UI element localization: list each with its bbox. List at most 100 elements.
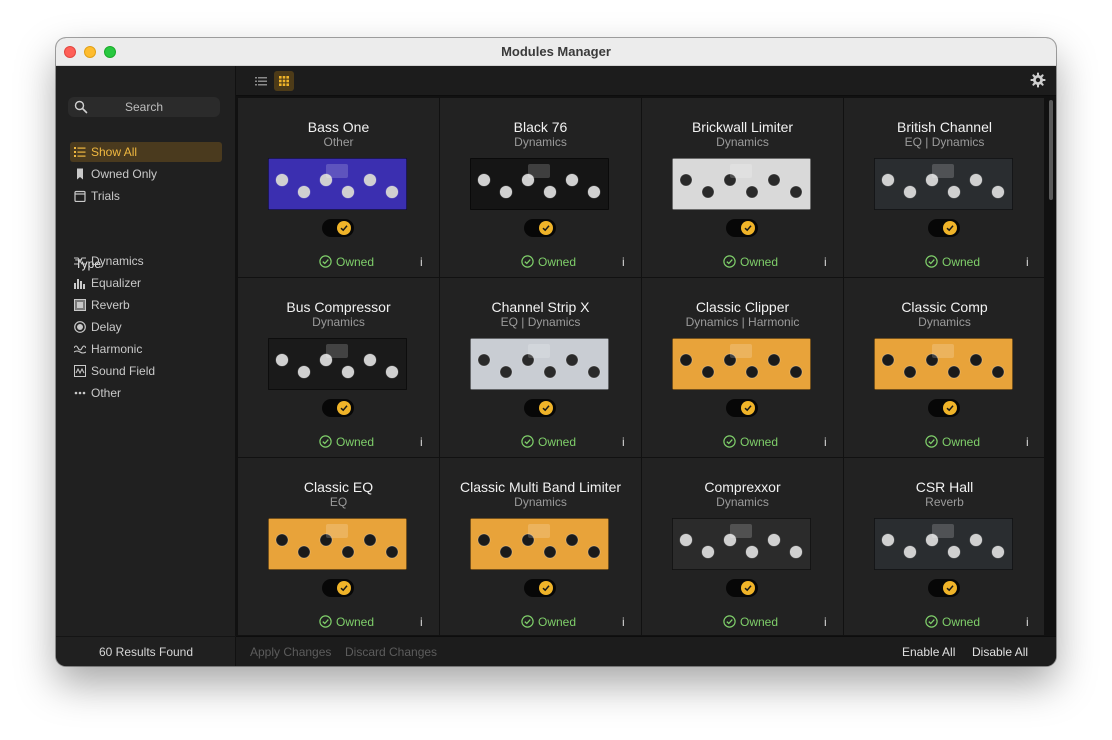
module-panel-graphic <box>672 518 811 570</box>
more-icon <box>74 391 86 395</box>
info-button[interactable]: i <box>622 435 625 449</box>
info-button[interactable]: i <box>420 615 423 629</box>
module-enable-toggle[interactable] <box>322 219 354 237</box>
check-circle-icon <box>723 435 736 448</box>
module-enable-toggle[interactable] <box>928 219 960 237</box>
module-card[interactable]: Brickwall Limiter Dynamics Owned i <box>642 98 843 277</box>
module-enable-toggle[interactable] <box>726 219 758 237</box>
module-category: Other <box>323 135 354 149</box>
grid-view-icon <box>279 76 289 86</box>
module-enable-toggle[interactable] <box>928 579 960 597</box>
module-name: Bass One <box>307 119 370 135</box>
filter-trials[interactable]: Trials <box>70 186 222 206</box>
module-card[interactable]: CSR Hall Reverb Owned i <box>844 458 1044 635</box>
type-label: Harmonic <box>91 342 143 356</box>
type-sound-field[interactable]: Sound Field <box>70 361 222 381</box>
toggle-knob <box>337 221 351 235</box>
toggle-knob <box>741 221 755 235</box>
checkmark-icon <box>340 585 348 592</box>
list-view-icon <box>255 77 267 86</box>
module-thumbnail <box>268 518 407 570</box>
type-harmonic[interactable]: Harmonic <box>70 339 222 359</box>
window-title: Modules Manager <box>501 44 611 59</box>
main-panel: Bass One Other Owned i Black 76 Dynamics Owned… <box>236 66 1056 666</box>
module-card[interactable]: Bass One Other Owned i <box>238 98 439 277</box>
info-button[interactable]: i <box>1026 255 1029 269</box>
module-card[interactable]: Comprexxor Dynamics Owned i <box>642 458 843 635</box>
disable-all-button[interactable]: Disable All <box>972 645 1028 659</box>
module-category: Dynamics <box>918 315 971 329</box>
module-card[interactable]: Classic EQ EQ Owned i <box>238 458 439 635</box>
module-panel-graphic <box>268 158 407 210</box>
scrollbar[interactable] <box>1049 100 1053 200</box>
checkmark-icon <box>340 225 348 232</box>
module-name: Bus Compressor <box>286 299 391 315</box>
module-category: Dynamics <box>514 495 567 509</box>
module-panel-graphic <box>268 338 407 390</box>
info-button[interactable]: i <box>622 615 625 629</box>
module-category: Dynamics <box>514 135 567 149</box>
module-card[interactable]: Bus Compressor Dynamics Owned i <box>238 278 439 457</box>
info-button[interactable]: i <box>824 435 827 449</box>
module-card[interactable]: British Channel EQ | Dynamics Owned i <box>844 98 1044 277</box>
toggle-knob <box>943 401 957 415</box>
filter-owned-only[interactable]: Owned Only <box>70 164 222 184</box>
toolbar <box>236 66 1056 96</box>
results-count: 60 Results Found <box>56 636 236 666</box>
module-enable-toggle[interactable] <box>524 579 556 597</box>
discard-changes-button[interactable]: Discard Changes <box>345 645 437 659</box>
enable-all-button[interactable]: Enable All <box>902 645 955 659</box>
type-label: Sound Field <box>91 364 156 378</box>
module-category: Reverb <box>925 495 964 509</box>
module-panel-graphic <box>470 338 609 390</box>
info-button[interactable]: i <box>622 255 625 269</box>
module-card[interactable]: Classic Multi Band Limiter Dynamics Owned i <box>440 458 641 635</box>
owned-label: Owned <box>538 255 577 269</box>
info-button[interactable]: i <box>824 255 827 269</box>
module-category: EQ <box>329 495 348 509</box>
module-enable-toggle[interactable] <box>726 579 758 597</box>
check-circle-icon <box>925 615 938 628</box>
type-delay[interactable]: Delay <box>70 317 222 337</box>
filter-label: Owned Only <box>91 167 158 181</box>
module-enable-toggle[interactable] <box>928 399 960 417</box>
module-enable-toggle[interactable] <box>726 399 758 417</box>
module-card[interactable]: Classic Comp Dynamics Owned i <box>844 278 1044 457</box>
module-enable-toggle[interactable] <box>524 399 556 417</box>
info-button[interactable]: i <box>824 615 827 629</box>
module-enable-toggle[interactable] <box>322 579 354 597</box>
search-input[interactable]: Search <box>68 97 220 117</box>
filter-show-all[interactable]: Show All <box>70 142 222 162</box>
type-label: Delay <box>91 320 122 334</box>
toggle-knob <box>943 581 957 595</box>
info-button[interactable]: i <box>420 435 423 449</box>
module-name: Channel Strip X <box>491 299 590 315</box>
grid-view-button[interactable] <box>274 71 294 91</box>
gear-icon[interactable] <box>1030 72 1046 88</box>
toggle-knob <box>943 221 957 235</box>
module-card[interactable]: Channel Strip X EQ | Dynamics Owned i <box>440 278 641 457</box>
type-reverb[interactable]: Reverb <box>70 295 222 315</box>
module-enable-toggle[interactable] <box>322 399 354 417</box>
module-panel-graphic <box>874 338 1013 390</box>
type-equalizer[interactable]: Equalizer <box>70 273 222 293</box>
title-bar: Modules Manager <box>56 38 1056 66</box>
apply-changes-button[interactable]: Apply Changes <box>250 645 331 659</box>
info-button[interactable]: i <box>1026 435 1029 449</box>
checkmark-icon <box>744 225 752 232</box>
module-card[interactable]: Black 76 Dynamics Owned i <box>440 98 641 277</box>
type-dynamics[interactable]: Dynamics <box>70 251 222 271</box>
type-other[interactable]: Other <box>70 383 222 403</box>
type-label: Reverb <box>91 298 130 312</box>
toggle-knob <box>741 401 755 415</box>
module-card[interactable]: Classic Clipper Dynamics | Harmonic Owned i <box>642 278 843 457</box>
toggle-knob <box>337 401 351 415</box>
list-view-button[interactable] <box>251 71 271 91</box>
checkmark-icon <box>340 405 348 412</box>
info-button[interactable]: i <box>420 255 423 269</box>
check-circle-icon <box>925 435 938 448</box>
module-panel-graphic <box>470 158 609 210</box>
module-name: Brickwall Limiter <box>691 119 794 135</box>
module-enable-toggle[interactable] <box>524 219 556 237</box>
info-button[interactable]: i <box>1026 615 1029 629</box>
